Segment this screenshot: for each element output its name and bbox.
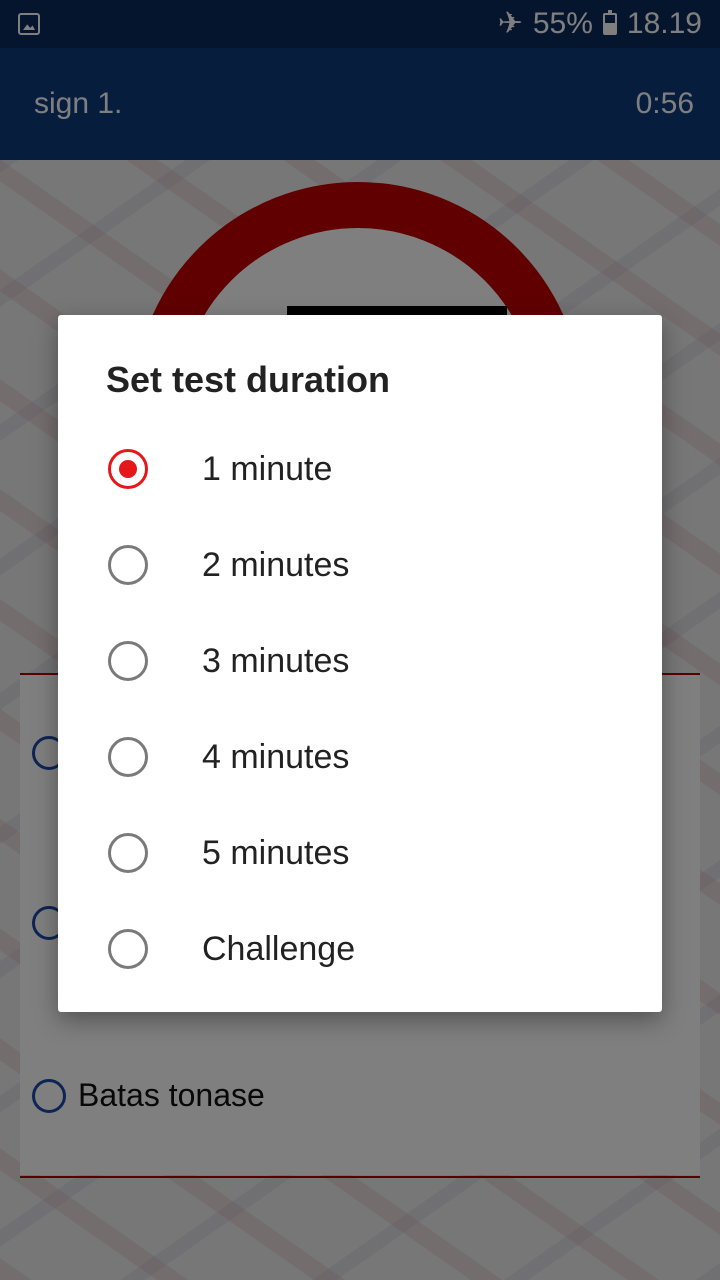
choice-label: 5 minutes — [202, 833, 350, 872]
duration-dialog: Set test duration 1 minute 2 minutes 3 m… — [58, 315, 662, 1012]
choice-1-minute[interactable]: 1 minute — [108, 421, 628, 517]
choice-5-minutes[interactable]: 5 minutes — [108, 805, 628, 901]
choice-2-minutes[interactable]: 2 minutes — [108, 517, 628, 613]
choice-challenge[interactable]: Challenge — [108, 901, 628, 997]
choice-label: 4 minutes — [202, 737, 350, 776]
choice-label: Challenge — [202, 929, 356, 968]
radio-icon[interactable] — [108, 929, 148, 969]
choice-label: 2 minutes — [202, 545, 350, 584]
choice-label: 3 minutes — [202, 641, 350, 680]
radio-icon[interactable] — [108, 833, 148, 873]
choice-label: 1 minute — [202, 449, 333, 488]
dialog-title: Set test duration — [106, 359, 391, 400]
radio-icon[interactable] — [108, 545, 148, 585]
radio-checked-icon[interactable] — [108, 449, 148, 489]
choice-4-minutes[interactable]: 4 minutes — [108, 709, 628, 805]
radio-icon[interactable] — [108, 737, 148, 777]
radio-icon[interactable] — [108, 641, 148, 681]
choice-3-minutes[interactable]: 3 minutes — [108, 613, 628, 709]
